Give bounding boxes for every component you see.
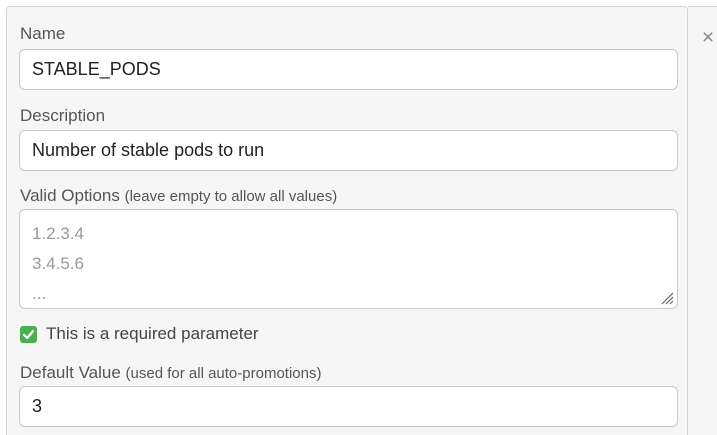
close-icon[interactable]: × <box>699 27 717 49</box>
description-input[interactable] <box>19 130 678 171</box>
default-value-label-text: Default Value <box>20 363 121 382</box>
checkmark-icon <box>22 329 35 339</box>
default-value-label: Default Value (used for all auto-promoti… <box>20 363 321 384</box>
name-label-text: Name <box>20 24 66 43</box>
name-label: Name <box>20 24 65 44</box>
required-checkbox[interactable] <box>20 325 37 343</box>
default-value-hint: (used for all auto-promotions) <box>125 365 322 382</box>
description-label: Description <box>20 106 105 126</box>
side-strip <box>688 6 717 435</box>
description-label-text: Description <box>20 106 106 125</box>
resize-grip-icon[interactable] <box>660 291 674 305</box>
valid-options-textarea[interactable] <box>20 210 677 308</box>
required-parameter-row[interactable]: This is a required parameter <box>20 323 259 345</box>
required-checkbox-label: This is a required parameter <box>46 324 259 343</box>
valid-options-field <box>19 209 678 309</box>
name-input[interactable] <box>19 49 678 90</box>
default-value-input[interactable] <box>19 386 678 427</box>
valid-options-label: Valid Options (leave empty to allow all … <box>20 186 337 207</box>
valid-options-label-text: Valid Options <box>20 186 120 205</box>
valid-options-hint: (leave empty to allow all values) <box>124 188 338 205</box>
